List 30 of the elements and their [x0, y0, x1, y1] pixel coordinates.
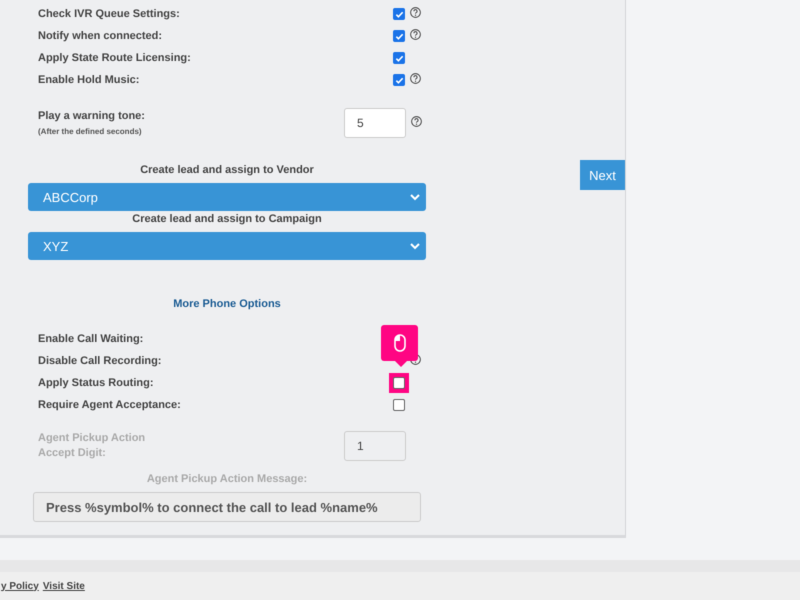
checkbox[interactable]	[393, 30, 405, 42]
dropdown[interactable]: ABCCorp	[28, 183, 426, 211]
footer-link[interactable]: Visit Site	[42, 580, 85, 592]
field-label: Agent Pickup Action Message:	[146, 473, 308, 485]
setting-label: Check IVR Queue Settings:	[38, 8, 181, 20]
setting-label: Apply Status Routing:	[38, 377, 154, 389]
dropdown[interactable]: XYZ	[28, 232, 426, 260]
more-options-link[interactable]: More Phone Options	[173, 298, 281, 310]
checkbox[interactable]	[393, 8, 405, 20]
hint-text: (After the defined seconds)	[38, 127, 143, 136]
setting-label: Enable Call Waiting:	[38, 333, 144, 345]
setting-label: Notify when connected:	[38, 30, 164, 42]
footer-link[interactable]: y Policy	[1, 580, 39, 592]
setting-label: Play a warning tone:	[38, 110, 146, 122]
field-label: Create lead and assign to Vendor	[140, 164, 314, 176]
next-button[interactable]: Next	[580, 160, 625, 190]
setting-label: Agent Pickup Action Accept Digit:	[38, 431, 146, 461]
checkbox[interactable]	[393, 399, 405, 411]
chevron-down-icon	[410, 242, 420, 250]
checkbox[interactable]	[393, 377, 405, 389]
setting-label: Disable Call Recording:	[38, 355, 162, 367]
checkbox[interactable]	[393, 52, 405, 64]
setting-label: Require Agent Acceptance:	[38, 399, 182, 411]
number-field[interactable]: 5	[344, 108, 406, 138]
checkbox[interactable]	[393, 74, 405, 86]
mouse-icon	[394, 334, 406, 352]
chevron-down-icon	[410, 194, 420, 200]
field-label: Create lead and assign to Campaign	[132, 213, 322, 225]
setting-label: Apply State Route Licensing:	[38, 52, 192, 64]
setting-label: Enable Hold Music:	[38, 74, 140, 86]
